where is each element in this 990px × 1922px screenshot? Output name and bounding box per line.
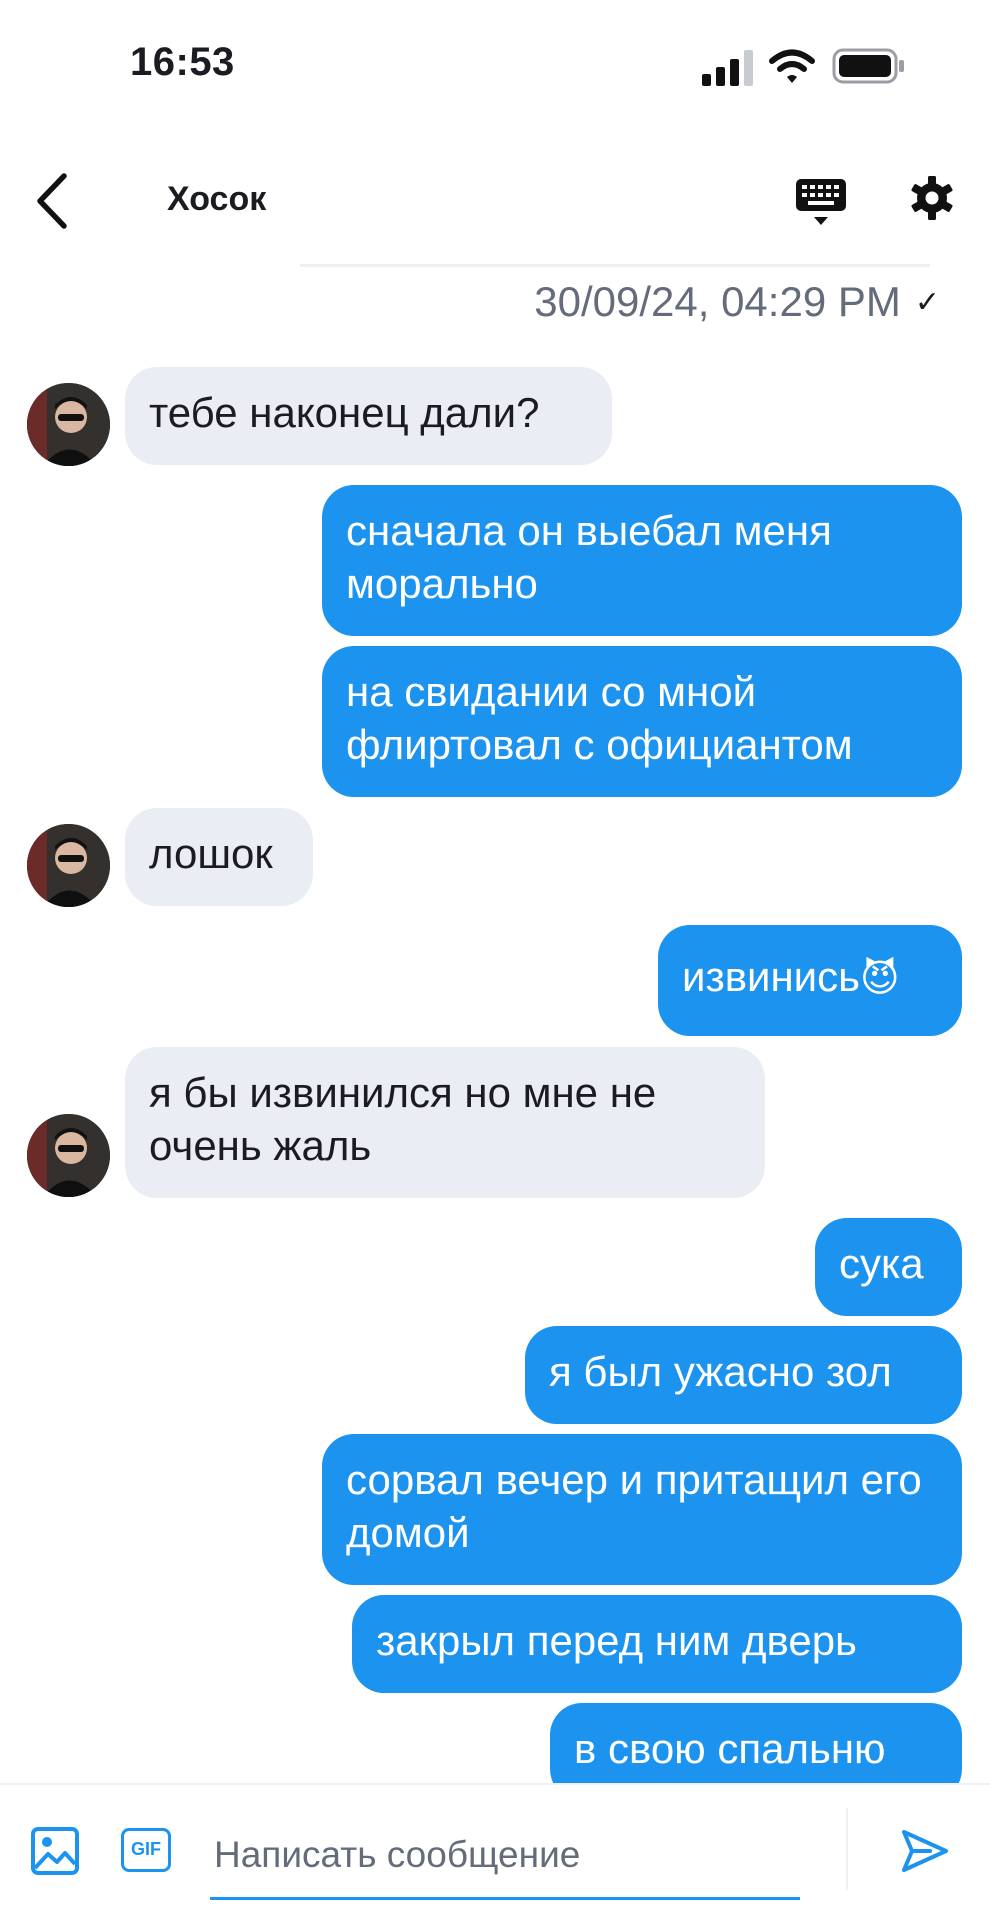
status-time: 16:53 [130,40,235,84]
message-input[interactable] [210,1812,800,1900]
outgoing-message[interactable]: я был ужасно зол [525,1326,962,1424]
outgoing-message[interactable]: закрыл перед ним дверь [352,1595,962,1693]
message-text: извинись [682,953,861,1000]
message-text: сорвал вечер и притащил его домой [346,1456,922,1556]
avatar[interactable] [27,824,110,907]
back-arrow-icon[interactable] [28,168,78,234]
message-text: на свидании со мной флиртовал с официант… [346,668,853,768]
message-text: закрыл перед ним дверь [376,1617,857,1664]
wifi-icon [769,49,815,83]
incoming-message[interactable]: лошок [125,808,313,906]
chat-title[interactable]: Хосок [167,180,266,219]
header-divider [300,264,930,267]
read-check-icon: ✓ [914,285,940,319]
composer-divider [846,1808,848,1890]
avatar[interactable] [27,1114,110,1197]
keyboard-icon[interactable] [796,175,846,227]
avatar[interactable] [27,383,110,466]
incoming-message[interactable]: тебе наконец дали? [125,367,612,465]
outgoing-message[interactable]: сорвал вечер и притащил его домой [322,1434,962,1585]
outgoing-message[interactable]: сначала он выебал меня морально [322,485,962,636]
message-text: я бы извинился но мне не очень жаль [149,1069,657,1169]
message-timestamp: 30/09/24, 04:29 PM ✓ [534,278,940,326]
message-text: лошок [149,830,273,877]
message-text: тебе наконец дали? [149,389,540,436]
battery-icon [832,48,904,84]
incoming-message[interactable]: я бы извинился но мне не очень жаль [125,1047,765,1198]
outgoing-message[interactable]: сука [815,1218,962,1316]
message-text: сначала он выебал меня морально [346,507,832,607]
message-text: в свою спальню [574,1725,886,1772]
gear-icon[interactable] [908,174,956,222]
image-icon[interactable] [30,1826,80,1876]
timestamp-text: 30/09/24, 04:29 PM [534,278,901,325]
outgoing-message[interactable]: на свидании со мной флиртовал с официант… [322,646,962,797]
message-text: сука [839,1240,924,1287]
gif-button[interactable]: GIF [121,1828,171,1872]
devil-emoji-icon: 😈 [860,958,900,1000]
outgoing-message[interactable]: извинись😈 [658,925,962,1036]
message-text: я был ужасно зол [549,1348,892,1395]
send-icon[interactable] [900,1826,950,1876]
signal-icon [702,50,753,86]
